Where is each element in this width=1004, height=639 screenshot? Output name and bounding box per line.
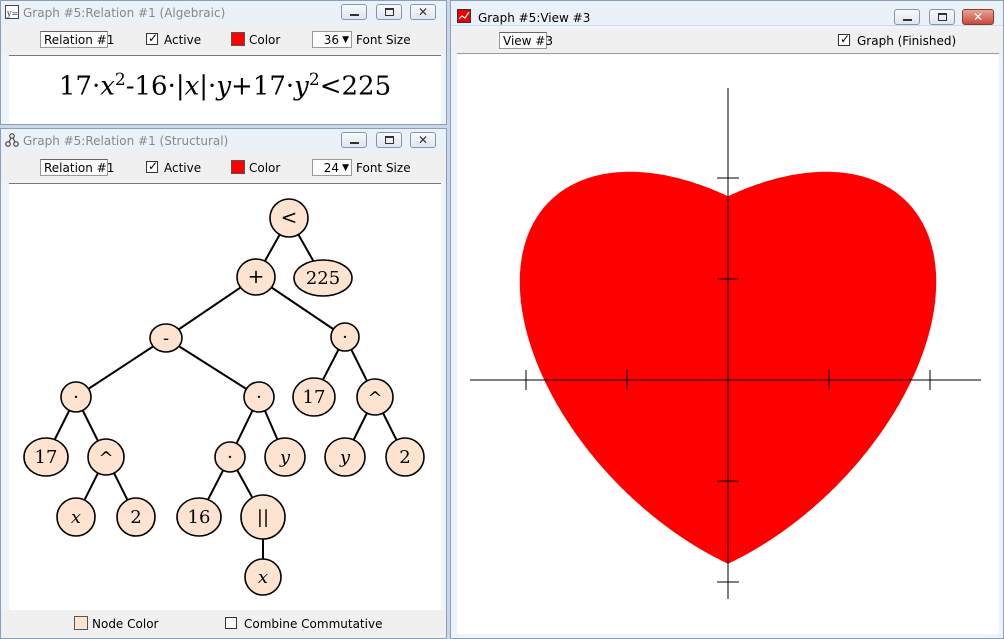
node-label: ^	[367, 388, 382, 409]
minimize-icon	[350, 14, 359, 16]
structural-title: Graph #5:Relation #1 (Structural)	[23, 134, 229, 148]
node-label: x	[258, 567, 268, 588]
maximize-icon	[385, 136, 394, 144]
node-label: y	[279, 447, 291, 468]
relation-name-field[interactable]: Relation #1	[40, 31, 114, 48]
view-name-field[interactable]: View #3	[499, 32, 553, 49]
node-label: 17	[303, 387, 326, 408]
font-size-select[interactable]: 24 ▼	[312, 159, 352, 176]
dropdown-arrow-icon: ▼	[342, 35, 349, 45]
color-swatch-button[interactable]	[231, 160, 245, 174]
node-label: 16	[188, 507, 211, 528]
active-checkbox[interactable]: ✓	[146, 31, 159, 45]
structural-titlebar[interactable]: Graph #5:Relation #1 (Structural) ✕	[1, 129, 446, 154]
algebraic-equation-panel: 17·x2-16·|x|·y+17·y2<225	[9, 55, 441, 124]
color-swatch-button[interactable]	[231, 32, 245, 46]
node-label: ·	[256, 387, 262, 408]
combine-commutative-checkbox[interactable]	[225, 617, 237, 629]
view-titlebar[interactable]: Graph #5:View #3 ✕	[451, 1, 1003, 26]
node-label: ·	[73, 387, 79, 408]
maximize-button[interactable]	[929, 9, 955, 25]
font-size-label: Font Size	[356, 161, 411, 175]
font-size-label: Font Size	[356, 33, 411, 47]
active-label: Active	[164, 161, 202, 175]
algebraic-title: Graph #5:Relation #1 (Algebraic)	[23, 6, 226, 20]
maximize-button[interactable]	[376, 4, 402, 20]
close-icon: ✕	[417, 133, 429, 147]
svg-text:y=: y=	[6, 9, 18, 18]
view-title: Graph #5:View #3	[478, 11, 591, 25]
node-label: -	[163, 328, 169, 349]
close-icon: ✕	[417, 5, 429, 19]
relation-icon: y=	[5, 5, 19, 19]
relation-equation[interactable]: 17·x2-16·|x|·y+17·y2<225	[9, 70, 441, 102]
node-label: ^	[98, 448, 113, 469]
close-button[interactable]: ✕	[410, 132, 436, 148]
structural-window: Graph #5:Relation #1 (Structural) ✕ Rela…	[0, 128, 447, 639]
checkmark-icon: ✓	[148, 159, 159, 173]
expression-tree-panel: < + 225 - · · · 17 ^ 17 ^ · y y 2 x 2 16…	[9, 183, 441, 610]
color-label: Color	[249, 33, 281, 47]
node-label: y	[339, 447, 351, 468]
view-toolbar: View #3 ✓ Graph (Finished)	[451, 29, 1003, 53]
algebraic-titlebar[interactable]: y= Graph #5:Relation #1 (Algebraic) ✕	[1, 1, 446, 26]
graph-finished-label: Graph (Finished)	[857, 34, 957, 48]
combine-commutative-label: Combine Commutative	[244, 617, 383, 631]
node-label: 17	[35, 447, 58, 468]
dropdown-arrow-icon: ▼	[342, 163, 349, 173]
minimize-button[interactable]	[894, 9, 920, 25]
minimize-icon	[903, 19, 912, 21]
maximize-icon	[938, 13, 947, 21]
node-label: x	[71, 507, 81, 528]
maximize-button[interactable]	[376, 132, 402, 148]
expression-tree: < + 225 - · · · 17 ^ 17 ^ · y y 2 x 2 16…	[23, 198, 425, 596]
node-label: 225	[306, 268, 340, 289]
view-window: Graph #5:View #3 ✕ View #3 ✓ Graph (Fini…	[450, 0, 1004, 639]
relation-name-field[interactable]: Relation #1	[40, 159, 114, 176]
node-label: 2	[399, 447, 410, 468]
minimize-icon	[350, 142, 359, 144]
node-label: ||	[257, 507, 269, 528]
color-label: Color	[249, 161, 281, 175]
node-label: <	[281, 205, 298, 229]
checkmark-icon: ✓	[840, 32, 851, 46]
minimize-button[interactable]	[341, 4, 367, 20]
graph-plot[interactable]	[457, 54, 999, 634]
graph-finished-checkbox[interactable]: ✓	[838, 32, 851, 46]
graph-view-icon	[457, 9, 471, 23]
node-label: +	[248, 264, 265, 288]
tree-icon	[5, 133, 19, 147]
node-color-label: Node Color	[92, 617, 159, 631]
node-label: ·	[227, 447, 233, 468]
font-size-value: 36	[323, 33, 339, 47]
node-color-button[interactable]	[74, 616, 88, 630]
minimize-button[interactable]	[341, 132, 367, 148]
close-button[interactable]: ✕	[962, 9, 994, 25]
algebraic-toolbar: Relation #1 ✓ Active Color 36 ▼ Font Siz…	[1, 25, 446, 53]
font-size-value: 24	[323, 161, 339, 175]
graph-canvas[interactable]	[457, 53, 999, 634]
checkmark-icon: ✓	[148, 31, 159, 45]
node-label: ·	[342, 327, 348, 348]
node-label: 2	[130, 507, 141, 528]
algebraic-window: y= Graph #5:Relation #1 (Algebraic) ✕ Re…	[0, 0, 447, 125]
active-checkbox[interactable]: ✓	[146, 159, 159, 173]
active-label: Active	[164, 33, 202, 47]
structural-statusbar: Node Color Combine Commutative	[1, 610, 446, 638]
font-size-select[interactable]: 36 ▼	[312, 31, 352, 48]
close-button[interactable]: ✕	[410, 4, 436, 20]
structural-toolbar: Relation #1 ✓ Active Color 24 ▼ Font Siz…	[1, 153, 446, 181]
close-icon: ✕	[972, 10, 984, 24]
maximize-icon	[385, 8, 394, 16]
